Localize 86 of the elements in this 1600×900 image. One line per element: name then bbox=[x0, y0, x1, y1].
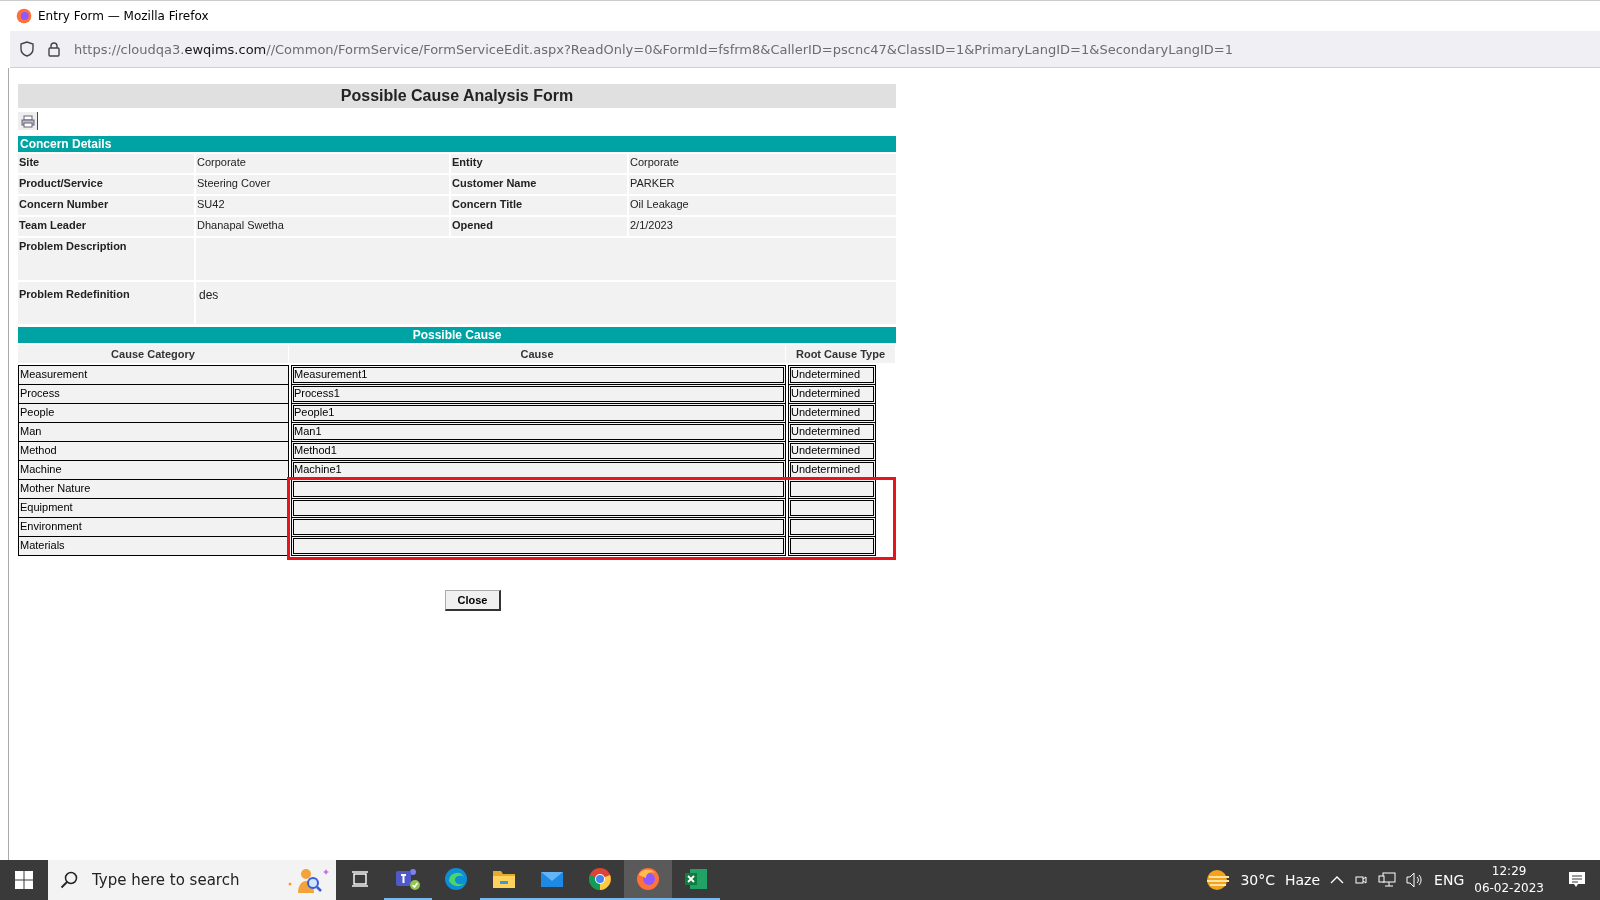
root-cause-type-field[interactable] bbox=[788, 517, 876, 537]
section-header: Possible Cause bbox=[18, 327, 896, 343]
field-value: PARKER bbox=[629, 175, 896, 194]
taskbar-search-box[interactable]: Type here to search bbox=[48, 860, 336, 900]
shield-icon[interactable] bbox=[20, 41, 34, 57]
field-value: Oil Leakage bbox=[629, 196, 896, 215]
cause-field[interactable] bbox=[291, 536, 786, 556]
root-cause-type-field[interactable] bbox=[788, 498, 876, 518]
table-cell: Measurement bbox=[18, 365, 289, 385]
column-header: Cause bbox=[289, 345, 785, 363]
field-label: Opened bbox=[451, 217, 627, 236]
table-cell: Environment bbox=[18, 517, 289, 537]
taskbar-app-button[interactable] bbox=[624, 860, 672, 900]
weather-temperature[interactable]: 30°C bbox=[1240, 872, 1275, 888]
root-cause-type-field[interactable]: Undetermined bbox=[788, 441, 876, 461]
section-header: Concern Details bbox=[18, 136, 896, 152]
table-cell: Equipment bbox=[18, 498, 289, 518]
field-value: Steering Cover bbox=[196, 175, 449, 194]
root-cause-type-field[interactable]: Undetermined bbox=[788, 384, 876, 404]
root-cause-type-field[interactable]: Undetermined bbox=[788, 403, 876, 423]
field-label: Entity bbox=[451, 154, 627, 173]
column-header: Cause Category bbox=[18, 345, 288, 363]
windows-icon bbox=[15, 871, 33, 889]
field-label: Problem Description bbox=[18, 238, 194, 280]
chevron-up-icon[interactable] bbox=[1330, 876, 1345, 884]
table-cell: Method bbox=[18, 441, 289, 461]
print-button[interactable] bbox=[18, 112, 38, 130]
field-value: Corporate bbox=[196, 154, 449, 173]
field-value: des bbox=[196, 282, 896, 324]
cause-field[interactable]: Process1 bbox=[291, 384, 786, 404]
lock-icon[interactable] bbox=[48, 41, 60, 57]
close-button[interactable]: Close bbox=[444, 590, 502, 611]
notification-icon[interactable] bbox=[1568, 871, 1586, 889]
field-value: SU42 bbox=[196, 196, 449, 215]
folder-icon bbox=[492, 868, 516, 890]
firefox-icon bbox=[16, 8, 32, 24]
weather-condition[interactable]: Haze bbox=[1285, 872, 1321, 888]
edge-icon bbox=[444, 867, 468, 891]
printer-icon bbox=[20, 114, 35, 128]
table-cell: Man bbox=[18, 422, 289, 442]
firefox-icon bbox=[636, 867, 660, 891]
clock-date[interactable]: 06-02-2023 bbox=[1474, 880, 1544, 897]
field-label: Product/Service bbox=[18, 175, 194, 194]
speaker-icon[interactable] bbox=[1406, 872, 1425, 888]
excel-icon bbox=[684, 867, 708, 891]
form-title: Possible Cause Analysis Form bbox=[18, 84, 896, 108]
field-value: Corporate bbox=[629, 154, 896, 173]
field-value: Dhanapal Swetha bbox=[196, 217, 449, 236]
chrome-icon bbox=[588, 867, 612, 891]
language-indicator[interactable]: ENG bbox=[1434, 872, 1465, 888]
field-label: Customer Name bbox=[451, 175, 627, 194]
window-title: Entry Form — Mozilla Firefox bbox=[38, 9, 209, 23]
cause-field[interactable] bbox=[291, 498, 786, 518]
table-cell: Process bbox=[18, 384, 289, 404]
cause-field[interactable]: Measurement1 bbox=[291, 365, 786, 385]
root-cause-type-field[interactable] bbox=[788, 479, 876, 499]
field-value: 2/1/2023 bbox=[629, 217, 896, 236]
cause-field[interactable]: Machine1 bbox=[291, 460, 786, 480]
cause-field[interactable] bbox=[291, 517, 786, 537]
network-icon[interactable] bbox=[1378, 872, 1397, 888]
field-label: Site bbox=[18, 154, 194, 173]
table-cell: Materials bbox=[18, 536, 289, 556]
root-cause-type-field[interactable] bbox=[788, 536, 876, 556]
cause-field[interactable]: Method1 bbox=[291, 441, 786, 461]
table-cell: Machine bbox=[18, 460, 289, 480]
field-label: Concern Number bbox=[18, 196, 194, 215]
table-cell: Mother Nature bbox=[18, 479, 289, 499]
search-input[interactable]: Type here to search bbox=[90, 870, 274, 890]
root-cause-type-field[interactable]: Undetermined bbox=[788, 422, 876, 442]
root-cause-type-field[interactable]: Undetermined bbox=[788, 460, 876, 480]
mail-icon bbox=[540, 869, 564, 889]
task-view-icon bbox=[351, 871, 369, 887]
field-label: Team Leader bbox=[18, 217, 194, 236]
person-magnifier-icon bbox=[286, 866, 330, 894]
cause-field[interactable] bbox=[291, 479, 786, 499]
root-cause-type-field[interactable]: Undetermined bbox=[788, 365, 876, 385]
teams-icon bbox=[395, 867, 421, 891]
cause-field[interactable]: People1 bbox=[291, 403, 786, 423]
table-cell: People bbox=[18, 403, 289, 423]
sun-haze-icon bbox=[1206, 869, 1231, 891]
column-header: Root Cause Type bbox=[786, 345, 895, 363]
clock-time[interactable]: 12:29 bbox=[1491, 863, 1527, 880]
cause-field[interactable]: Man1 bbox=[291, 422, 786, 442]
search-icon bbox=[60, 871, 78, 889]
field-label: Concern Title bbox=[451, 196, 627, 215]
field-label: Problem Redefinition bbox=[18, 282, 194, 324]
